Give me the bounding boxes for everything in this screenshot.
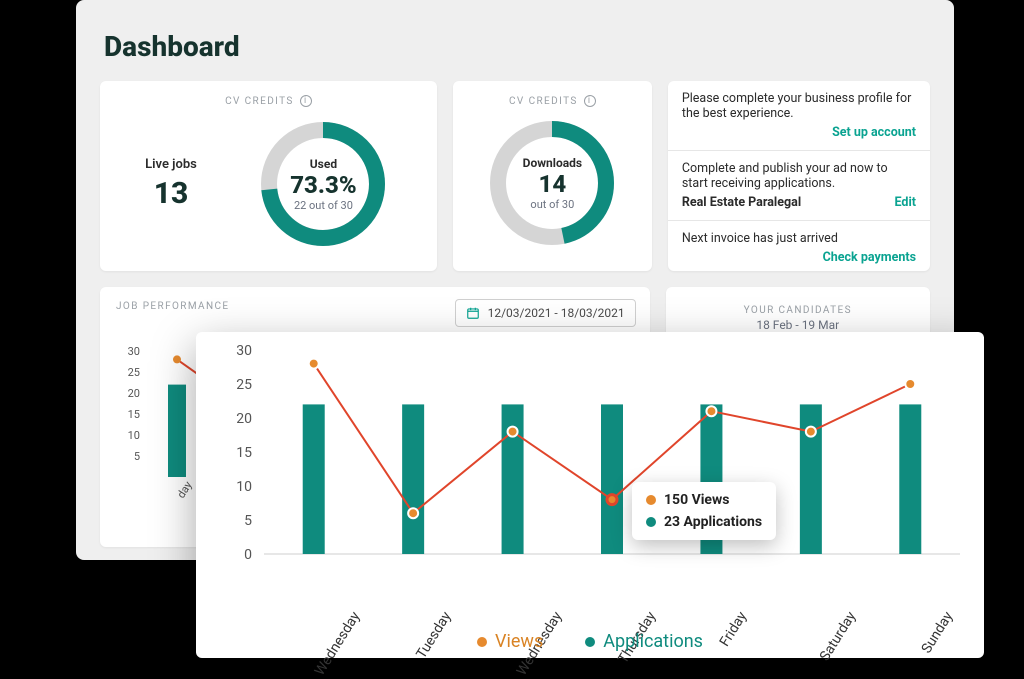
svg-text:20: 20 <box>128 387 140 400</box>
downloads-donut: Downloads 14 out of 30 <box>484 115 620 251</box>
live-jobs-block: Live jobs 13 <box>116 157 226 211</box>
used-label: Used <box>310 157 337 171</box>
notice-text: Next invoice has just arrived <box>682 231 916 246</box>
top-row: CV CREDITS i Live jobs 13 Used <box>100 81 930 271</box>
cv-credits-card: CV CREDITS i Live jobs 13 Used <box>100 81 437 271</box>
svg-text:0: 0 <box>244 547 252 563</box>
used-credits-donut: Used 73.3% 22 out of 30 <box>255 116 391 252</box>
dot-icon <box>646 495 656 505</box>
notices-card: Please complete your business profile fo… <box>668 81 930 271</box>
tooltip-apps: 23 Applications <box>664 514 762 530</box>
card-header: CV CREDITS i <box>469 95 636 107</box>
svg-text:25: 25 <box>236 377 252 393</box>
chart-tooltip: 150 Views 23 Applications <box>632 482 776 540</box>
calendar-icon <box>466 306 480 320</box>
date-range-picker[interactable]: 12/03/2021 - 18/03/2021 <box>455 299 636 327</box>
notice-job-title: Real Estate Paralegal <box>682 195 801 210</box>
svg-text:30: 30 <box>236 343 252 359</box>
cv-credits-label: CV CREDITS <box>509 96 578 107</box>
svg-text:5: 5 <box>134 450 140 463</box>
svg-text:10: 10 <box>128 429 140 442</box>
notice-item: Next invoice has just arrived Check paym… <box>668 221 930 275</box>
svg-text:20: 20 <box>236 411 252 427</box>
svg-text:day: day <box>175 478 196 500</box>
used-percent: 73.3% <box>290 171 356 199</box>
card-header: CV CREDITS i <box>116 95 421 107</box>
setup-account-link[interactable]: Set up account <box>682 125 916 140</box>
date-range-text: 12/03/2021 - 18/03/2021 <box>488 306 625 320</box>
used-sub: 22 out of 30 <box>294 199 353 212</box>
downloads-value: 14 <box>539 170 567 198</box>
notice-text: Complete and publish your ad now to star… <box>682 161 916 191</box>
dot-icon <box>646 517 656 527</box>
info-icon[interactable]: i <box>584 95 596 107</box>
downloads-card: CV CREDITS i Downloads 14 out of 30 <box>453 81 652 271</box>
notice-item: Complete and publish your ad now to star… <box>668 151 930 221</box>
svg-text:10: 10 <box>236 479 252 495</box>
legend-views[interactable]: Views <box>477 631 543 652</box>
downloads-label: Downloads <box>523 156 582 170</box>
page-title: Dashboard <box>104 30 926 63</box>
cv-credits-label: CV CREDITS <box>225 96 294 107</box>
job-performance-chart[interactable]: 0 5 10 15 20 25 30 <box>206 342 974 572</box>
job-performance-chart-card: 0 5 10 15 20 25 30 WednesdayTuesdayWednesdayTh… <box>196 332 984 658</box>
chart-x-labels: WednesdayTuesdayWednesdayThursdayFridayS… <box>264 572 970 622</box>
legend-applications[interactable]: Applications <box>585 631 703 652</box>
svg-text:5: 5 <box>244 513 252 529</box>
edit-ad-link[interactable]: Edit <box>895 195 917 210</box>
live-jobs-label: Live jobs <box>116 157 226 172</box>
info-icon[interactable]: i <box>300 95 312 107</box>
svg-text:15: 15 <box>128 408 140 421</box>
svg-text:30: 30 <box>128 345 140 358</box>
live-jobs-value: 13 <box>116 176 226 211</box>
notice-text: Please complete your business profile fo… <box>682 91 916 121</box>
check-payments-link[interactable]: Check payments <box>682 250 916 265</box>
tooltip-views: 150 Views <box>664 492 729 508</box>
notice-item: Please complete your business profile fo… <box>668 81 930 151</box>
chart-legend: Views Applications <box>196 631 984 652</box>
svg-text:25: 25 <box>128 366 140 379</box>
svg-text:15: 15 <box>236 445 252 461</box>
your-candidates-title: YOUR CANDIDATES <box>682 305 914 316</box>
your-candidates-range: 18 Feb - 19 Mar <box>682 318 914 332</box>
downloads-sub: out of 30 <box>530 198 574 211</box>
